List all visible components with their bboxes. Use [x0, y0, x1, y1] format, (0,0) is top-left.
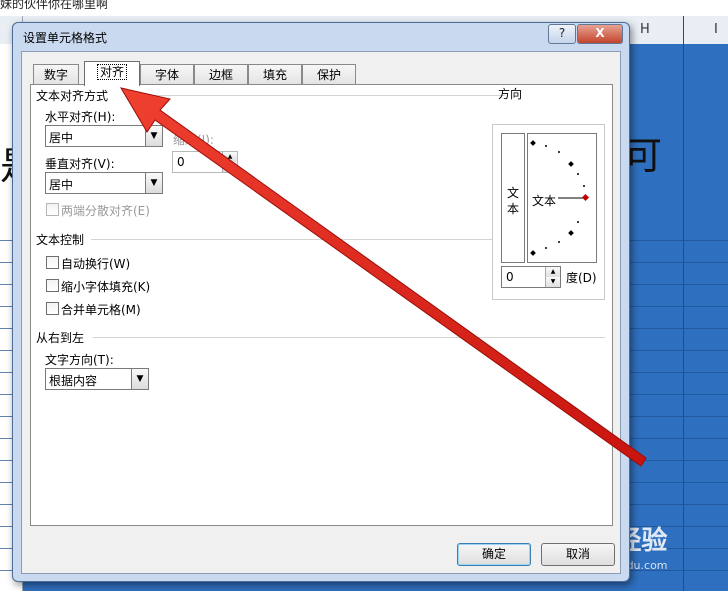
annotation-arrow-icon: [119, 87, 647, 467]
tab-alignment[interactable]: 对齐: [84, 61, 140, 86]
